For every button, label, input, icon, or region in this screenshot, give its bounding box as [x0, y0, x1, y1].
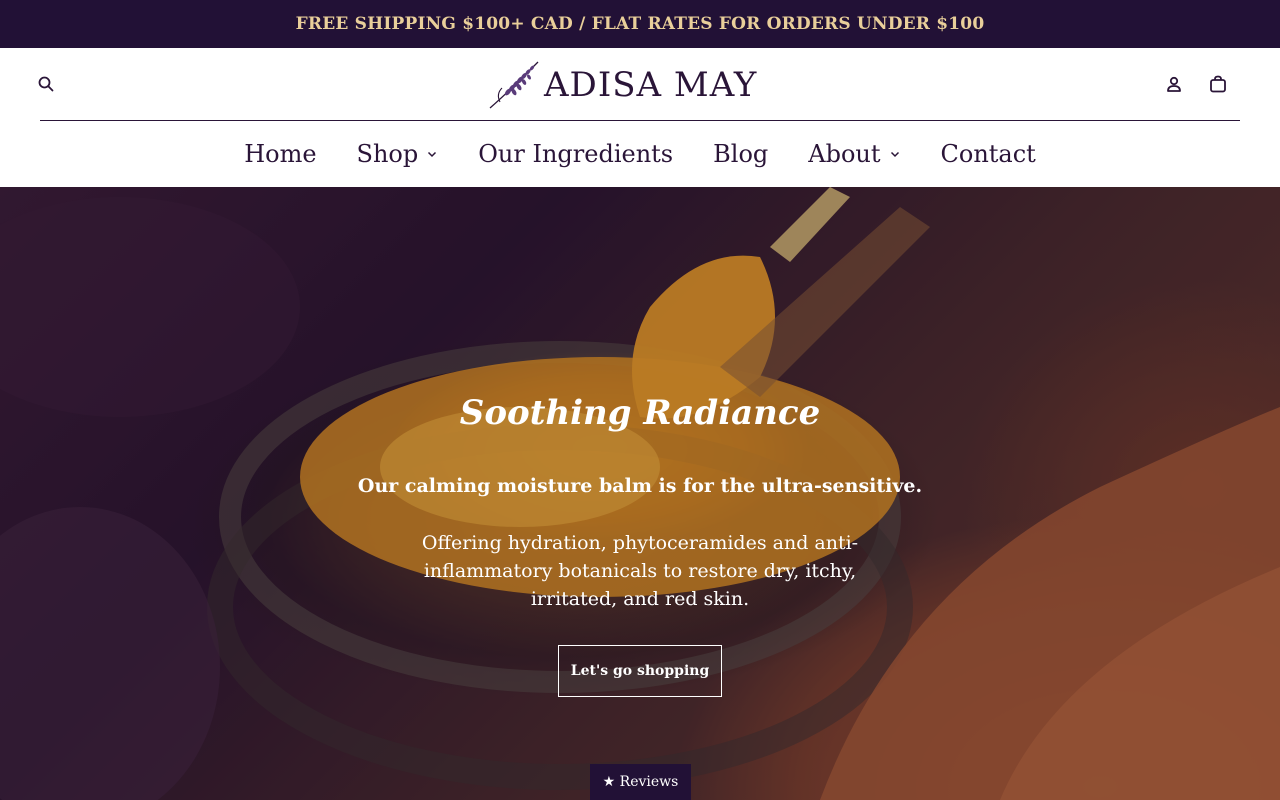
- cart-button[interactable]: [1206, 72, 1230, 96]
- nav-item-about[interactable]: About: [808, 140, 900, 168]
- nav-label: Shop: [356, 140, 419, 168]
- brand-logo[interactable]: ADISA MAY: [486, 58, 770, 112]
- account-button[interactable]: [1162, 72, 1186, 96]
- cart-icon: [1210, 75, 1226, 93]
- chevron-down-icon: [890, 151, 899, 158]
- announcement-text: FREE SHIPPING $100+ CAD / FLAT RATES FOR…: [295, 14, 985, 34]
- nav-item-home[interactable]: Home: [244, 140, 316, 168]
- reviews-tab-button[interactable]: ★ Reviews: [590, 764, 691, 800]
- announcement-bar: FREE SHIPPING $100+ CAD / FLAT RATES FOR…: [0, 0, 1280, 48]
- account-icon: [1167, 76, 1181, 92]
- chevron-down-icon: [428, 151, 437, 158]
- search-button[interactable]: [34, 72, 58, 96]
- nav-item-shop[interactable]: Shop: [357, 140, 439, 168]
- shop-now-button[interactable]: Let's go shopping: [558, 645, 722, 697]
- nav-label: About: [808, 140, 881, 168]
- nav-item-our-ingredients[interactable]: Our Ingredients: [478, 140, 673, 168]
- nav-label: Blog: [713, 140, 769, 168]
- hero-description: Offering hydration, phytoceramides and a…: [421, 532, 859, 610]
- nav-label: Contact: [940, 140, 1036, 168]
- lavender-sprig-icon: [489, 61, 539, 109]
- site-header: ADISA MAY Home Shop Our Ingredients Blog: [0, 48, 1280, 187]
- nav-label: Home: [244, 140, 317, 168]
- hero-heading: Soothing Radiance: [459, 393, 821, 433]
- nav-item-contact[interactable]: Contact: [941, 140, 1036, 168]
- nav-item-blog[interactable]: Blog: [713, 140, 768, 168]
- nav-label: Our Ingredients: [478, 140, 674, 168]
- hero-content: Soothing Radiance Our calming moisture b…: [0, 187, 1280, 800]
- hero-subtitle: Our calming moisture balm is for the ult…: [357, 475, 923, 497]
- logo-wordmark: ADISA MAY: [544, 65, 758, 105]
- search-icon: [38, 76, 54, 92]
- hero-banner: Soothing Radiance Our calming moisture b…: [0, 187, 1280, 800]
- main-nav: Home Shop Our Ingredients Blog About Con…: [0, 121, 1280, 187]
